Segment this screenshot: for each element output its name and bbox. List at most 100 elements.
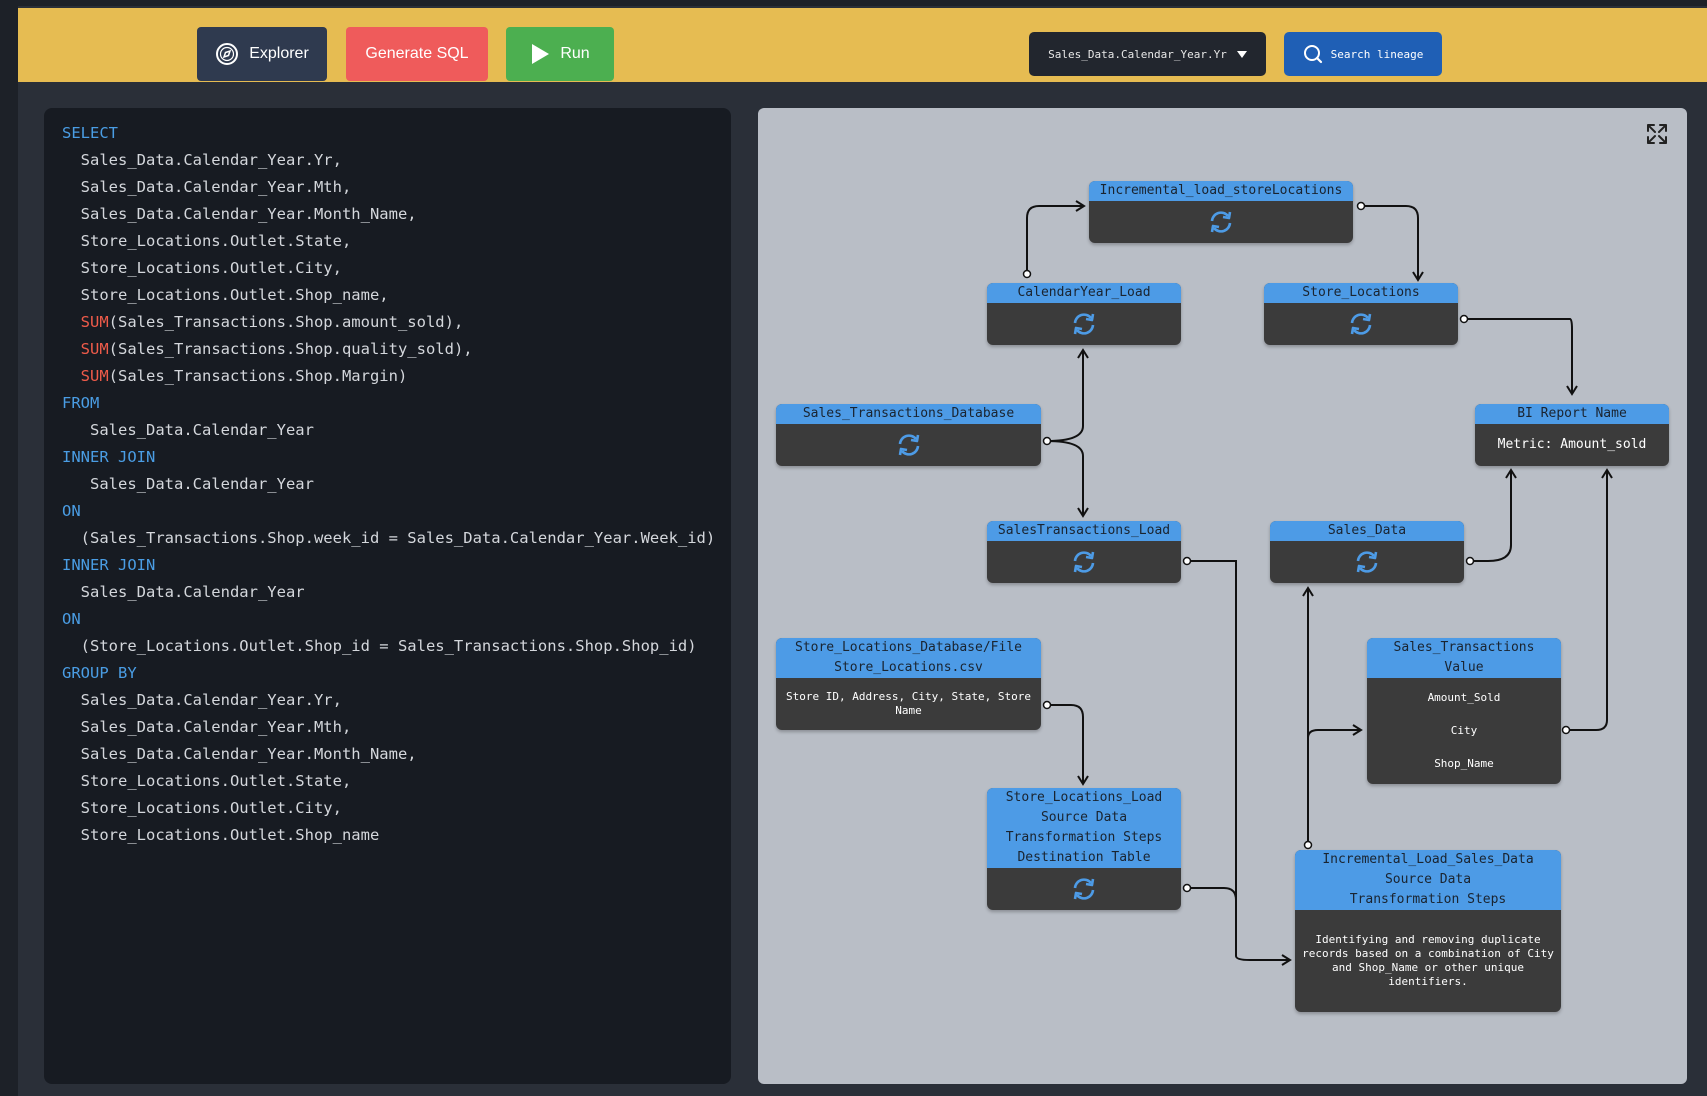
- edge-incremental-sales-to-sales-tx-value: [1307, 724, 1363, 739]
- node-title: Store_Locations_Database/File: [776, 638, 1041, 658]
- refresh-icon: [1207, 208, 1235, 236]
- explorer-button[interactable]: Explorer: [197, 27, 327, 81]
- sql-text: (Sales_Transactions.Shop.Margin): [108, 367, 408, 385]
- sql-line[interactable]: Store_Locations.Outlet.State,: [62, 228, 731, 255]
- port-dot: [1303, 840, 1313, 850]
- node-sales-transactions-database[interactable]: Sales_Transactions_Database: [776, 404, 1041, 466]
- node-row-destination-table: Destination Table: [987, 848, 1181, 868]
- field-amount-sold[interactable]: Amount_Sold: [1422, 691, 1507, 705]
- sql-text: Store_Locations.Outlet.Shop_name,: [62, 286, 389, 304]
- edge-calendar-to-incremental-store: [1026, 200, 1086, 274]
- sql-line[interactable]: Sales_Data.Calendar_Year.Mth,: [62, 714, 731, 741]
- refresh-icon: [1347, 310, 1375, 338]
- port-dot: [1182, 556, 1192, 566]
- sql-line[interactable]: ON: [62, 606, 731, 633]
- compass-icon: [216, 43, 239, 65]
- sql-line[interactable]: Sales_Data.Calendar_Year.Mth,: [62, 174, 731, 201]
- generate-sql-label: Generate SQL: [365, 45, 469, 62]
- sql-line[interactable]: Sales_Data.Calendar_Year: [62, 579, 731, 606]
- run-label: Run: [560, 45, 590, 62]
- node-store-locations-load[interactable]: Store_Locations_Load Source Data Transfo…: [987, 788, 1181, 910]
- sql-line[interactable]: Sales_Data.Calendar_Year: [62, 417, 731, 444]
- sql-line[interactable]: (Store_Locations.Outlet.Shop_id = Sales_…: [62, 633, 731, 660]
- sql-text: Sales_Data.Calendar_Year.Yr,: [62, 691, 342, 709]
- sql-text: Sales_Data.Calendar_Year.Mth,: [62, 178, 352, 196]
- node-title: CalendarYear_Load: [987, 283, 1181, 303]
- node-title: Store_Locations_Load: [987, 788, 1181, 808]
- sql-text: Store_Locations.Outlet.City,: [62, 799, 342, 817]
- sql-line[interactable]: Store_Locations.Outlet.City,: [62, 795, 731, 822]
- refresh-icon: [1070, 875, 1098, 903]
- sql-text: Sales_Data.Calendar_Year: [62, 583, 305, 601]
- node-sales-data[interactable]: Sales_Data: [1270, 521, 1464, 583]
- sql-text: Sales_Data.Calendar_Year.Month_Name,: [62, 205, 417, 223]
- node-row-source-data: Source Data: [987, 808, 1181, 828]
- search-lineage-button[interactable]: Search lineage: [1284, 32, 1442, 76]
- edge-sales-db-to-calendar: [1046, 348, 1089, 442]
- sql-line[interactable]: Store_Locations.Outlet.Shop_name: [62, 822, 731, 849]
- sql-line[interactable]: Store_Locations.Outlet.State,: [62, 768, 731, 795]
- sql-line[interactable]: Sales_Data.Calendar_Year.Yr,: [62, 687, 731, 714]
- sql-text: Sales_Data.Calendar_Year: [62, 421, 314, 439]
- node-title: SalesTransactions_Load: [987, 521, 1181, 541]
- sql-line[interactable]: INNER JOIN: [62, 444, 731, 471]
- sql-line[interactable]: Store_Locations.Outlet.City,: [62, 255, 731, 282]
- sql-function: SUM: [62, 313, 109, 331]
- sql-line[interactable]: ON: [62, 498, 731, 525]
- node-store-locations-database[interactable]: Store_Locations_Database/File Store_Loca…: [776, 638, 1041, 730]
- sql-keyword: GROUP BY: [62, 664, 137, 682]
- sql-line[interactable]: Sales_Data.Calendar_Year.Month_Name,: [62, 741, 731, 768]
- node-title: Incremental_load_storeLocations: [1089, 181, 1353, 201]
- sql-text: (Sales_Transactions.Shop.week_id = Sales…: [62, 529, 716, 547]
- node-incremental-load-store-locations[interactable]: Incremental_load_storeLocations: [1089, 181, 1353, 243]
- sql-line[interactable]: INNER JOIN: [62, 552, 731, 579]
- lineage-canvas[interactable]: Incremental_load_storeLocations Calendar…: [758, 108, 1687, 1084]
- sql-line[interactable]: FROM: [62, 390, 731, 417]
- node-calendar-year-load[interactable]: CalendarYear_Load: [987, 283, 1181, 345]
- sql-editor[interactable]: SELECT Sales_Data.Calendar_Year.Yr, Sale…: [44, 108, 731, 1084]
- play-icon: [532, 44, 550, 64]
- sql-line[interactable]: (Sales_Transactions.Shop.week_id = Sales…: [62, 525, 731, 552]
- sql-function: SUM: [62, 367, 109, 385]
- column-select-dropdown[interactable]: Sales_Data.Calendar_Year.Yr: [1029, 32, 1266, 76]
- edge-sales-tx-load-to-incremental-sales: [1187, 560, 1292, 966]
- node-bi-report[interactable]: BI Report Name Metric: Amount_sold: [1475, 404, 1669, 466]
- sql-line[interactable]: SUM(Sales_Transactions.Shop.amount_sold)…: [62, 309, 731, 336]
- refresh-icon: [1070, 310, 1098, 338]
- sql-line[interactable]: Store_Locations.Outlet.Shop_name,: [62, 282, 731, 309]
- search-lineage-label: Search lineage: [1330, 47, 1424, 61]
- refresh-icon: [895, 431, 923, 459]
- sql-keyword: SELECT: [62, 124, 118, 142]
- sql-line[interactable]: Sales_Data.Calendar_Year.Month_Name,: [62, 201, 731, 228]
- sql-line[interactable]: GROUP BY: [62, 660, 731, 687]
- sql-keyword: ON: [62, 610, 81, 628]
- node-title: Sales_Transactions: [1367, 638, 1561, 658]
- sql-keyword: FROM: [62, 394, 100, 412]
- node-row-transformation-steps: Transformation Steps: [987, 828, 1181, 848]
- port-dot: [1459, 314, 1469, 324]
- sql-text: (Sales_Transactions.Shop.amount_sold),: [108, 313, 464, 331]
- sql-line[interactable]: SELECT: [62, 120, 731, 147]
- generate-sql-button[interactable]: Generate SQL: [346, 27, 488, 81]
- sql-line[interactable]: SUM(Sales_Transactions.Shop.quality_sold…: [62, 336, 731, 363]
- sql-text: (Sales_Transactions.Shop.quality_sold),: [108, 340, 473, 358]
- node-incremental-load-sales-data[interactable]: Incremental_Load_Sales_Data Source Data …: [1295, 850, 1561, 1012]
- edge-sales-db-to-sales-tx-load: [1046, 440, 1089, 518]
- node-title: BI Report Name: [1475, 404, 1669, 424]
- edge-sales-data-to-bi-report: [1470, 468, 1517, 562]
- port-dot: [1465, 556, 1475, 566]
- sql-line[interactable]: Sales_Data.Calendar_Year.Yr,: [62, 147, 731, 174]
- field-shop-name[interactable]: Shop_Name: [1428, 757, 1500, 771]
- node-subtitle: Value: [1367, 658, 1561, 678]
- node-metric: Metric: Amount_sold: [1497, 437, 1647, 452]
- node-store-locations[interactable]: Store_Locations: [1264, 283, 1458, 345]
- node-subtitle: Store_Locations.csv: [776, 658, 1041, 678]
- sql-line[interactable]: SUM(Sales_Transactions.Shop.Margin): [62, 363, 731, 390]
- field-city[interactable]: City: [1445, 724, 1484, 738]
- node-sales-transactions-load[interactable]: SalesTransactions_Load: [987, 521, 1181, 583]
- run-button[interactable]: Run: [506, 27, 614, 81]
- node-sales-transactions-value[interactable]: Sales_Transactions Value Amount_Sold Cit…: [1367, 638, 1561, 784]
- node-description: Identifying and removing duplicate recor…: [1302, 933, 1554, 988]
- sql-keyword: ON: [62, 502, 81, 520]
- sql-line[interactable]: Sales_Data.Calendar_Year: [62, 471, 731, 498]
